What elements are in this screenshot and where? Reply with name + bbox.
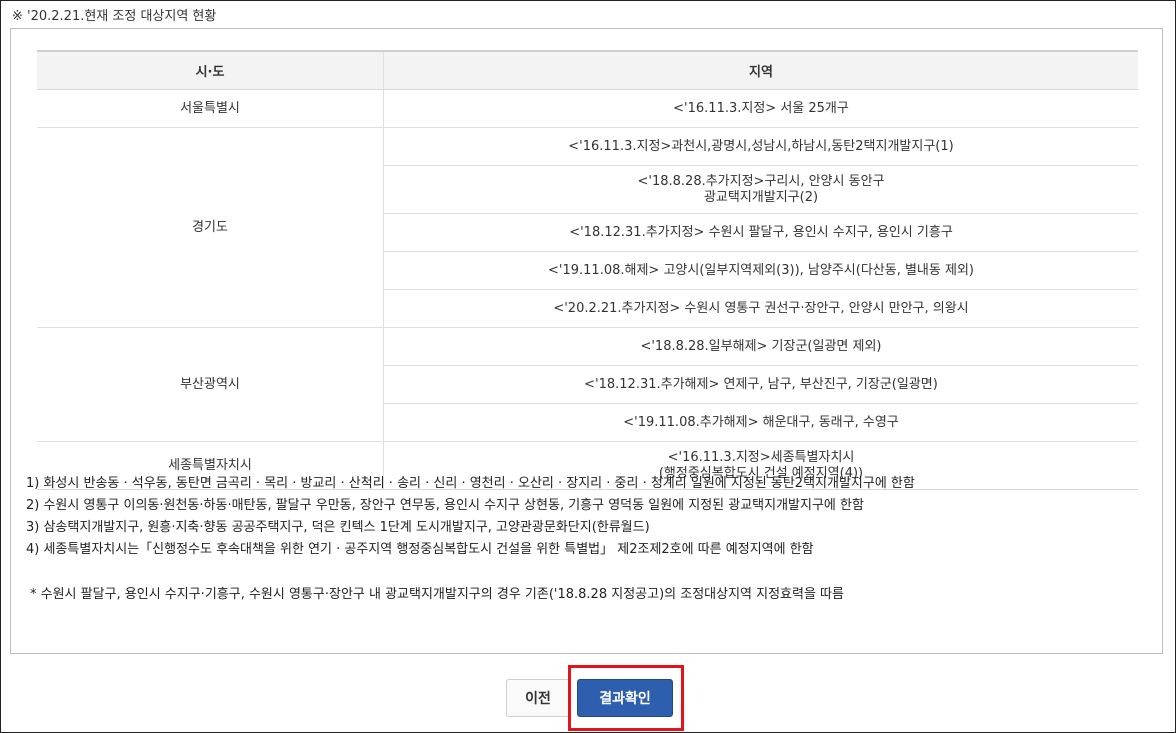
area-cell: <'20.2.21.추가지정> 수원시 영통구 권선구·장안구, 안양시 만안구… — [383, 289, 1138, 328]
footnote: * 수원시 팔달구, 용인시 수지구·기흥구, 수원시 영통구·장안구 내 광교… — [30, 587, 844, 602]
table-row: 서울특별시 <'16.11.3.지정> 서울 25개구 — [37, 89, 1138, 128]
area-cell: <'16.11.3.지정>과천시,광명시,성남시,하남시,동탄2택지개발지구(1… — [383, 127, 1138, 166]
area-cell: <'18.12.31.추가지정> 수원시 팔달구, 용인시 수지구, 용인시 기… — [383, 213, 1138, 252]
area-cell-line: <'18.8.28.추가지정>구리시, 안양시 동안구 — [637, 173, 885, 189]
note-item: 4) 세종특별자치시는「신행정수도 후속대책을 위한 연기 · 공주지역 행정중… — [26, 542, 814, 557]
page-heading: ※ '20.2.21.현재 조정 대상지역 현황 — [12, 9, 217, 24]
area-cell: <'18.8.28.일부해제> 기장군(일광면 제외) — [383, 327, 1138, 366]
area-cell: <'18.8.28.추가지정>구리시, 안양시 동안구 광교택지개발지구(2) — [383, 165, 1138, 214]
regulated-area-table: 시·도 지역 서울특별시 <'16.11.3.지정> 서울 25개구 경기도 <… — [37, 50, 1138, 490]
area-cell: <'18.12.31.추가해제> 연제구, 남구, 부산진구, 기장군(일광면) — [383, 365, 1138, 404]
province-cell: 서울특별시 — [37, 89, 384, 128]
note-item: 3) 삼송택지개발지구, 원흥·지축·향동 공공주택지구, 덕은 킨텍스 1단계… — [26, 520, 650, 535]
table-row: 경기도 <'16.11.3.지정>과천시,광명시,성남시,하남시,동탄2택지개발… — [37, 127, 1138, 328]
table-header-row: 시·도 지역 — [37, 50, 1138, 90]
note-item: 1) 화성시 반송동 · 석우동, 동탄면 금곡리 · 목리 · 방교리 · 산… — [26, 476, 915, 491]
notes-list: 1) 화성시 반송동 · 석우동, 동탄면 금곡리 · 목리 · 방교리 · 산… — [26, 473, 915, 561]
column-header-province: 시·도 — [37, 50, 384, 90]
area-cell: <'19.11.08.해제> 고양시(일부지역제외(3)), 남양주시(다산동,… — [383, 251, 1138, 290]
area-cell-line: 광교택지개발지구(2) — [703, 189, 819, 205]
prev-button[interactable]: 이전 — [506, 679, 570, 717]
province-cell: 경기도 — [37, 127, 384, 328]
area-cell-line: <'16.11.3.지정>세종특별자치시 — [667, 449, 855, 465]
table-row: 부산광역시 <'18.8.28.일부해제> 기장군(일광면 제외) — [37, 327, 1138, 442]
note-item: 2) 수원시 영통구 이의동·원천동·하동·매탄동, 팔달구 우만동, 장안구 … — [26, 498, 864, 513]
province-cell: 부산광역시 — [37, 327, 384, 442]
area-cell: <'19.11.08.추가해제> 해운대구, 동래구, 수영구 — [383, 403, 1138, 442]
column-header-area: 지역 — [383, 50, 1138, 90]
confirm-result-button[interactable]: 결과확인 — [577, 679, 673, 717]
area-cell: <'16.11.3.지정> 서울 25개구 — [383, 89, 1138, 128]
